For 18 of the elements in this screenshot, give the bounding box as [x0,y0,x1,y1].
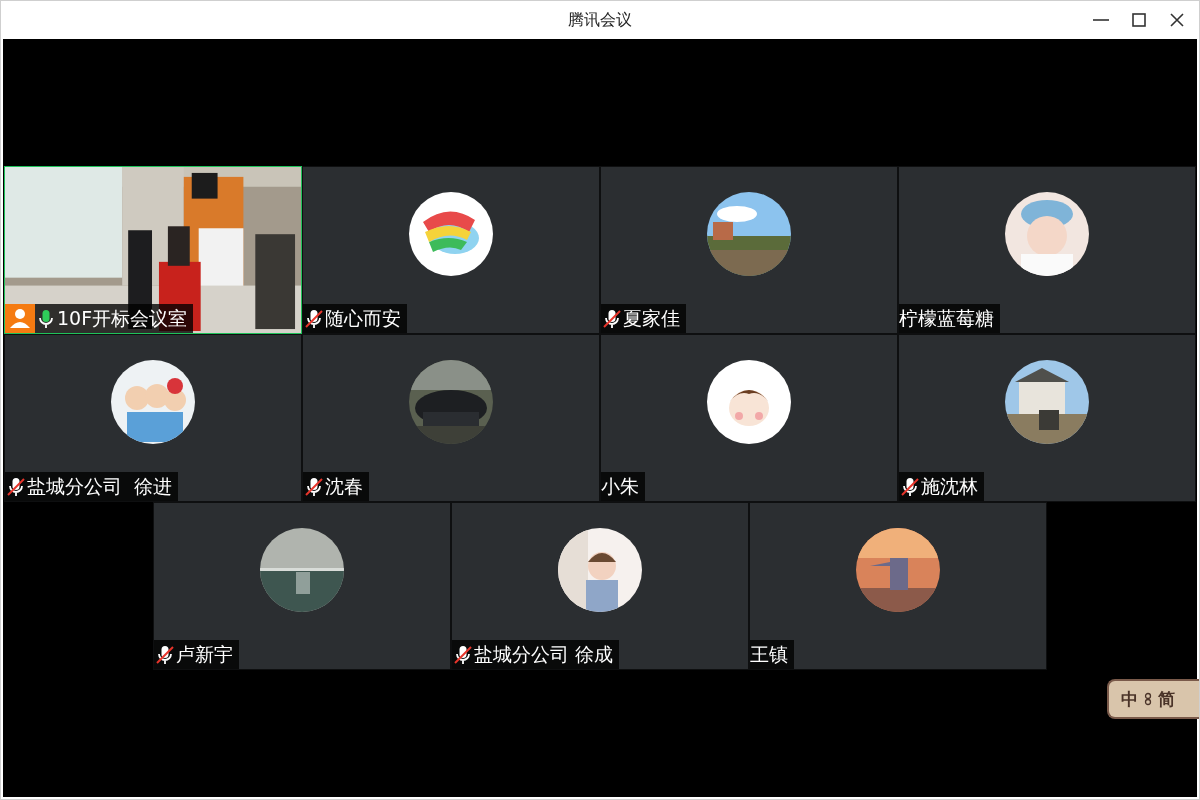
window-title: 腾讯会议 [568,9,632,31]
participant-name: 施沈林 [921,474,978,499]
participant-name: 10F开标会议室 [57,306,188,331]
maximize-icon [1132,13,1146,27]
participant-name: 王镇 [750,642,788,667]
participant-name: 夏家佳 [623,306,680,331]
participant-name: 盐城分公司 徐进 [27,474,173,499]
input-method-bar[interactable]: 中 简 [1107,679,1199,719]
participant-name: 盐城分公司 徐成 [474,642,614,667]
participant-name: 随心而安 [325,306,401,331]
participant-name: 小朱 [601,474,639,499]
close-icon [1170,13,1184,27]
participant-name: 沈春 [325,474,363,499]
participant-name: 卢新宇 [176,642,233,667]
minimize-icon [1093,19,1109,21]
ime-mode-label: 中 [1121,687,1138,711]
ime-script-label: 简 [1158,687,1175,711]
participant-name: 柠檬蓝莓糖 [899,306,994,331]
